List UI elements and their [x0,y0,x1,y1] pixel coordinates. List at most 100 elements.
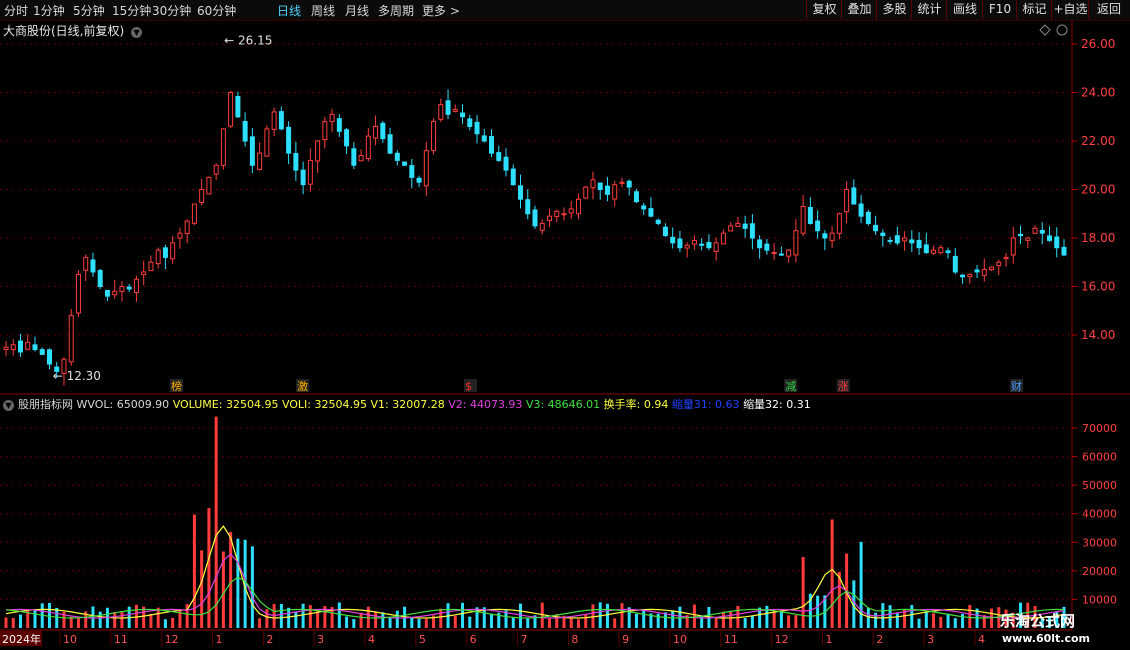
candle-body [894,235,900,244]
candle-body [503,156,509,171]
candle-body [583,186,589,199]
candle-body [373,125,379,139]
candle-body [90,259,96,273]
price-tick-label: 20.00 [1081,183,1115,197]
candle-body [10,344,16,351]
candle-body [380,122,386,140]
candle-body [365,135,371,160]
month-label: 1 [826,633,833,646]
candle-body [271,111,277,130]
candle-body [75,273,81,314]
event-marker: 减 [785,380,796,393]
month-label: 4 [978,633,985,646]
candle-body [220,128,226,166]
candle-body [952,255,958,273]
volume-ma-line-1 [5,525,1065,619]
diamond-icon [1039,24,1051,36]
volume-bar [395,610,399,628]
candle-body [1010,237,1016,256]
volume-bar [729,610,733,628]
volume-bar [961,613,965,628]
volume-bar [859,541,863,628]
volume-bar [76,618,80,628]
candle-body [39,349,45,355]
volume-bar [714,618,718,628]
indicator-value-0: WVOL: 65009.90 [76,398,173,411]
month-label: 12 [775,633,789,646]
candle-body [691,239,697,245]
candle-body [322,121,328,141]
volume-bar [47,603,51,628]
indicator-value-5: V3: 48646.01 [525,398,604,411]
indicator-value-3: V1: 32007.28 [370,398,449,411]
month-label: 12 [165,633,179,646]
volume-bar [33,609,37,628]
volume-bar [866,607,870,628]
price-tick-label: 24.00 [1081,86,1115,100]
chevron-down-icon[interactable]: ▼ [131,27,143,38]
volume-bar [765,605,769,628]
candle-body [807,206,813,224]
price-tick-label: 14.00 [1081,328,1115,342]
price-tick-label: 22.00 [1081,134,1115,148]
candle-body [989,266,995,271]
candle-body [728,225,734,232]
candle-body [974,269,980,273]
volume-bar [910,605,914,628]
candle-body [699,243,705,246]
candle-body [800,205,806,234]
indicator-value-1: VOLUME: 32504.95 [172,398,282,411]
volume-bar [924,611,928,628]
volume-bar [490,613,494,628]
volume-bar [301,603,305,628]
event-marker: 涨 [838,380,849,393]
volume-bar [620,603,624,628]
volume-bar [511,617,515,628]
volume-bar [308,605,312,628]
kline-chart[interactable]: 26.00 24.00 22.00 20.00 18.00 16.00 14.00 70000… [0,0,1130,650]
volume-bar [453,615,457,628]
volume-bar [634,613,638,628]
volume-indicator-title: ▼ 股朋指标网 WVOL: 65009.90 VOLUME: 32504.95 V… [3,396,811,412]
candle-body [170,242,176,260]
candle-body [32,344,38,351]
volume-bar [468,616,472,628]
candle-body [1054,236,1060,249]
volume-bar [214,416,218,628]
month-label: 11 [114,633,128,646]
candle-body [967,273,973,278]
candle-body [300,169,306,186]
volume-bar [439,608,443,628]
candle-body [568,208,574,214]
candle-body [510,168,516,186]
volume-bar [794,615,798,628]
candle-body [206,176,212,195]
candle-body [148,261,154,272]
candle-body [228,92,234,127]
candle-body [431,121,437,151]
month-label: 3 [927,633,934,646]
volume-bar [163,619,167,628]
candle-body [815,220,821,232]
volume-tick-label: 50000 [1082,479,1117,492]
volume-bar [613,618,617,628]
volume-bar [787,615,791,628]
volume-bar [874,612,878,628]
candle-body [996,261,1002,267]
price-tick-label: 16.00 [1081,280,1115,294]
volume-bar [236,538,240,628]
volume-bar [816,595,820,628]
candle-body [264,128,270,157]
volume-ma-line-2 [5,553,1065,619]
volume-bar [337,602,341,628]
candle-body [409,165,415,178]
candle-body [481,135,487,142]
volume-bar [605,603,609,628]
candle-body [902,237,908,242]
candle-body [829,232,835,242]
month-label: 10 [63,633,77,646]
indicator-menu-icon[interactable]: ▼ [3,400,14,411]
candle-body [706,242,712,249]
candle-body [655,219,661,224]
candle-body [1032,227,1038,234]
